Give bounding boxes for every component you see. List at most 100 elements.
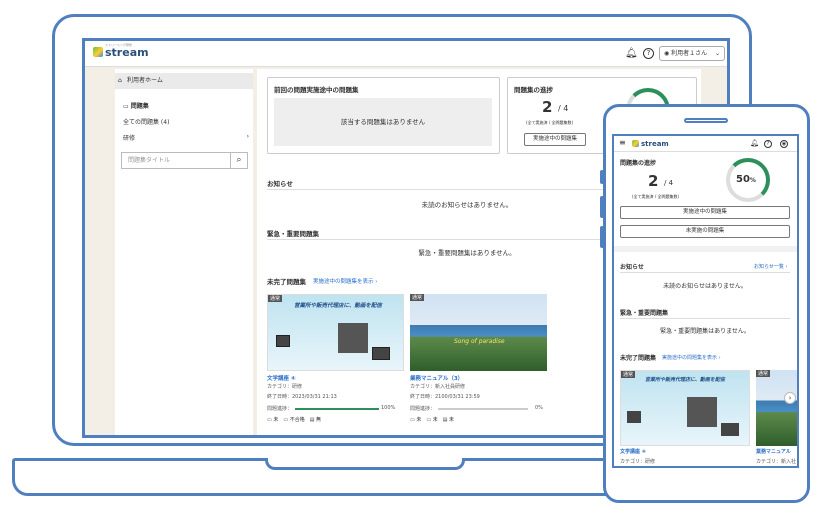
item-progress-label: 問題進捗：: [267, 406, 293, 412]
in-progress-button[interactable]: 実施途中の問題集: [620, 206, 790, 219]
notices-link[interactable]: お知らせ一覧 ›: [754, 263, 788, 270]
item-progress-value: 0%: [535, 405, 543, 411]
progress-title: 問題集の進捗: [514, 86, 553, 94]
start-button[interactable]: [457, 435, 503, 438]
item-category: カテゴリ：研修: [620, 459, 656, 465]
phone-speaker: [684, 118, 728, 123]
search-icon[interactable]: ⌕: [231, 152, 248, 169]
carousel-next-icon[interactable]: ›: [784, 392, 796, 404]
logo-icon: [93, 47, 103, 57]
divider: [614, 246, 797, 252]
progress-done: 2: [648, 172, 659, 190]
item-progress-fill: [295, 408, 379, 410]
notices-title: お知らせ: [267, 180, 293, 188]
bell-icon[interactable]: 🔔︎: [625, 48, 638, 59]
sidebar-item-category[interactable]: 研修 ›: [123, 133, 249, 142]
item-name[interactable]: 文学講座 ④: [267, 374, 296, 382]
item-category: カテゴリ：新入社: [756, 459, 797, 465]
search-input[interactable]: 問題集タイトル: [121, 152, 231, 169]
chevron-right-icon: ›: [246, 133, 249, 140]
item-tag: 通常: [268, 295, 283, 302]
thumbnail-banner: 営業所や販売代理店に、動画を配信: [645, 377, 725, 383]
menu-icon[interactable]: ≡: [619, 138, 626, 147]
mobile-top-bar: ≡ stream 🔔︎ ? ◉: [614, 136, 797, 152]
monitor-image: [276, 335, 290, 347]
workbook-thumbnail[interactable]: 通常 営業所や販売代理店に、動画を配信: [620, 370, 750, 446]
chevron-down-icon: ⌄: [714, 50, 720, 57]
last-workbook-title: 前回の問題実施途中の問題集: [274, 86, 359, 94]
item-tag: 通常: [410, 294, 425, 301]
item-name[interactable]: 文学講座 ④: [620, 448, 646, 455]
item-status-row: ▭ 未 ▭ 未 ▤ 未: [410, 417, 455, 423]
not-started-button[interactable]: 未実施の問題集: [620, 225, 790, 238]
help-icon[interactable]: ?: [643, 48, 654, 59]
mobile-screen: ≡ stream 🔔︎ ? ◉ 問題集の進捗 2 / 4 (全て実施済 / 全問…: [612, 134, 799, 468]
video-icon: ▭: [410, 417, 415, 423]
sidebar-item-home[interactable]: ⌂ 利用者ホーム: [115, 73, 253, 89]
workbook-thumbnail[interactable]: 通常 営業所や販売代理店に、動画を配信: [267, 294, 404, 371]
japan-map-image: [687, 397, 717, 427]
progress-total: / 4: [664, 179, 674, 187]
user-menu-button[interactable]: ◉ 利用者１さん ⌄: [659, 46, 725, 61]
user-icon[interactable]: ◉: [780, 140, 788, 148]
incomplete-link[interactable]: 実施途中の問題集を表示 ›: [662, 354, 721, 361]
item-progress-label: 問題進捗：: [410, 406, 436, 412]
book-icon: ▭: [283, 417, 289, 423]
item-status-row: ▭ 未 ▭ 不合格 ▤ 無: [267, 417, 322, 423]
thumbnail-banner: Song of paradise: [454, 338, 505, 345]
monitor-image: [627, 411, 641, 423]
help-icon[interactable]: ?: [764, 140, 772, 148]
item-tag: 通常: [756, 370, 771, 377]
start-button[interactable]: [315, 435, 361, 438]
app-logo[interactable]: stream: [632, 140, 669, 148]
urgent-title: 緊急・重要問題集: [267, 230, 319, 238]
laptop-notch: [265, 458, 465, 470]
bell-icon[interactable]: 🔔︎: [750, 139, 759, 147]
workbook-thumbnail[interactable]: 通常 Song of paradise: [410, 294, 547, 371]
divider: [620, 318, 790, 319]
sidebar: ⌂ 利用者ホーム ▭ 問題集 全ての問題集 (4) 研修 › 問題集タイトル ⌕: [115, 69, 253, 435]
top-bar: stream ストリーミング研修 🔔︎ ? ◉ 利用者１さん ⌄: [85, 41, 727, 67]
progress-done: 2: [542, 98, 553, 116]
workbook-thumbnail[interactable]: 通常: [756, 370, 797, 446]
notices-empty: 未読のお知らせはありません。: [663, 283, 747, 290]
progress-title: 問題集の進捗: [620, 160, 657, 167]
item-tag: 通常: [621, 371, 636, 378]
item-category: カテゴリ：研修: [267, 384, 303, 390]
monitor-image: [372, 347, 390, 360]
japan-map-image: [338, 323, 368, 353]
book-icon: ▭: [426, 417, 432, 423]
item-deadline: 終了日時：2023/03/31 21:13: [267, 394, 337, 400]
sidebar-section-workbooks: ▭ 問題集: [123, 103, 149, 110]
book-icon: ▭: [123, 103, 131, 110]
urgent-title: 緊急・重要問題集: [620, 310, 669, 317]
item-name[interactable]: 業務マニュアル: [756, 448, 791, 455]
incomplete-title: 未完了問題集: [620, 355, 657, 362]
doc-icon: ▤: [442, 417, 448, 423]
progress-caption: (全て実施済 / 全問題集数): [632, 194, 680, 199]
incomplete-title: 未完了問題集: [267, 278, 306, 286]
progress-caption: (全て実施済 / 全問題集数): [526, 120, 574, 125]
thumbnail-banner: 営業所や販売代理店に、動画を配信: [294, 303, 382, 309]
logo-tagline: ストリーミング研修: [105, 43, 133, 47]
last-workbook-card: 前回の問題実施途中の問題集 該当する問題集はありません: [267, 77, 500, 154]
notices-title: お知らせ: [620, 264, 644, 271]
urgent-empty: 緊急・重要問題集はありません。: [660, 328, 750, 335]
incomplete-link[interactable]: 実施途中の問題集を表示 ›: [313, 277, 377, 285]
doc-icon: ▤: [309, 417, 315, 423]
monitor-image: [721, 423, 739, 436]
item-name[interactable]: 業務マニュアル（3）: [410, 374, 463, 382]
last-workbook-empty: 該当する問題集はありません: [274, 98, 492, 146]
progress-percent: 50%: [736, 174, 756, 185]
item-progress-track: [438, 408, 528, 410]
video-icon: ▭: [267, 417, 272, 423]
home-icon: ⌂: [118, 77, 122, 84]
progress-total: / 4: [558, 104, 569, 113]
app-logo[interactable]: stream: [93, 46, 149, 59]
item-progress-value: 100%: [381, 405, 396, 411]
item-progress-track: [295, 408, 379, 410]
in-progress-button[interactable]: 実施途中の問題集: [524, 133, 586, 146]
item-category: カテゴリ：新入社員研修: [410, 384, 466, 390]
logo-icon: [632, 140, 639, 147]
sidebar-item-all[interactable]: 全ての問題集 (4): [123, 117, 169, 126]
